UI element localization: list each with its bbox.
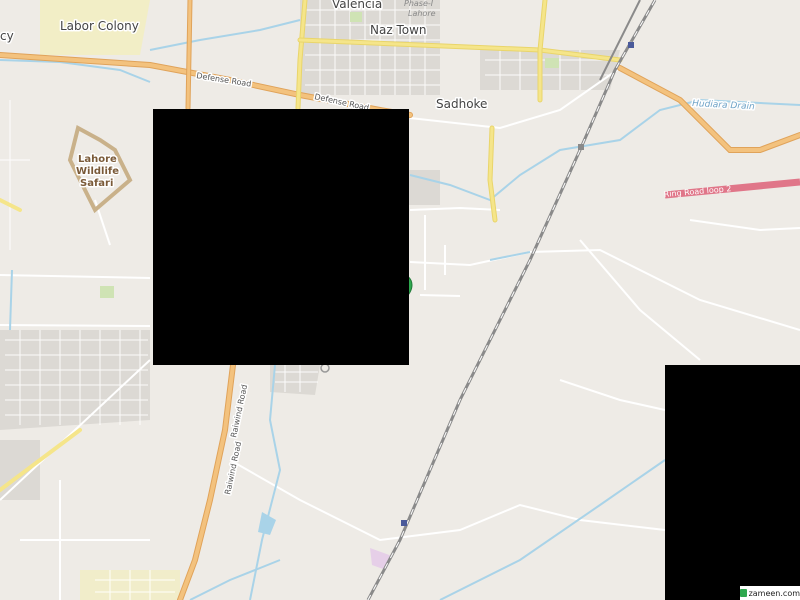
park-patch [545, 58, 559, 68]
place-label: Valencia [332, 0, 382, 11]
safari-label: Wildlife [76, 166, 119, 177]
safari-label: Lahore [78, 154, 117, 165]
attribution-text: zameen.com [748, 588, 800, 598]
redaction-block [665, 365, 800, 600]
place-label: Phase-I [404, 0, 434, 8]
park-patch [350, 12, 362, 22]
place-label: Sadhoke [436, 97, 487, 111]
place-label: Lahore [408, 9, 436, 18]
redaction-block [153, 109, 409, 365]
place-label: Naz Town [370, 23, 427, 37]
attribution[interactable]: zameen.com [740, 586, 800, 600]
place-label: cy [0, 29, 14, 43]
park-patch [100, 286, 114, 298]
safari-label: Safari [80, 178, 113, 189]
place-label: Labor Colony [60, 19, 139, 33]
zameen-logo-icon [740, 589, 747, 597]
